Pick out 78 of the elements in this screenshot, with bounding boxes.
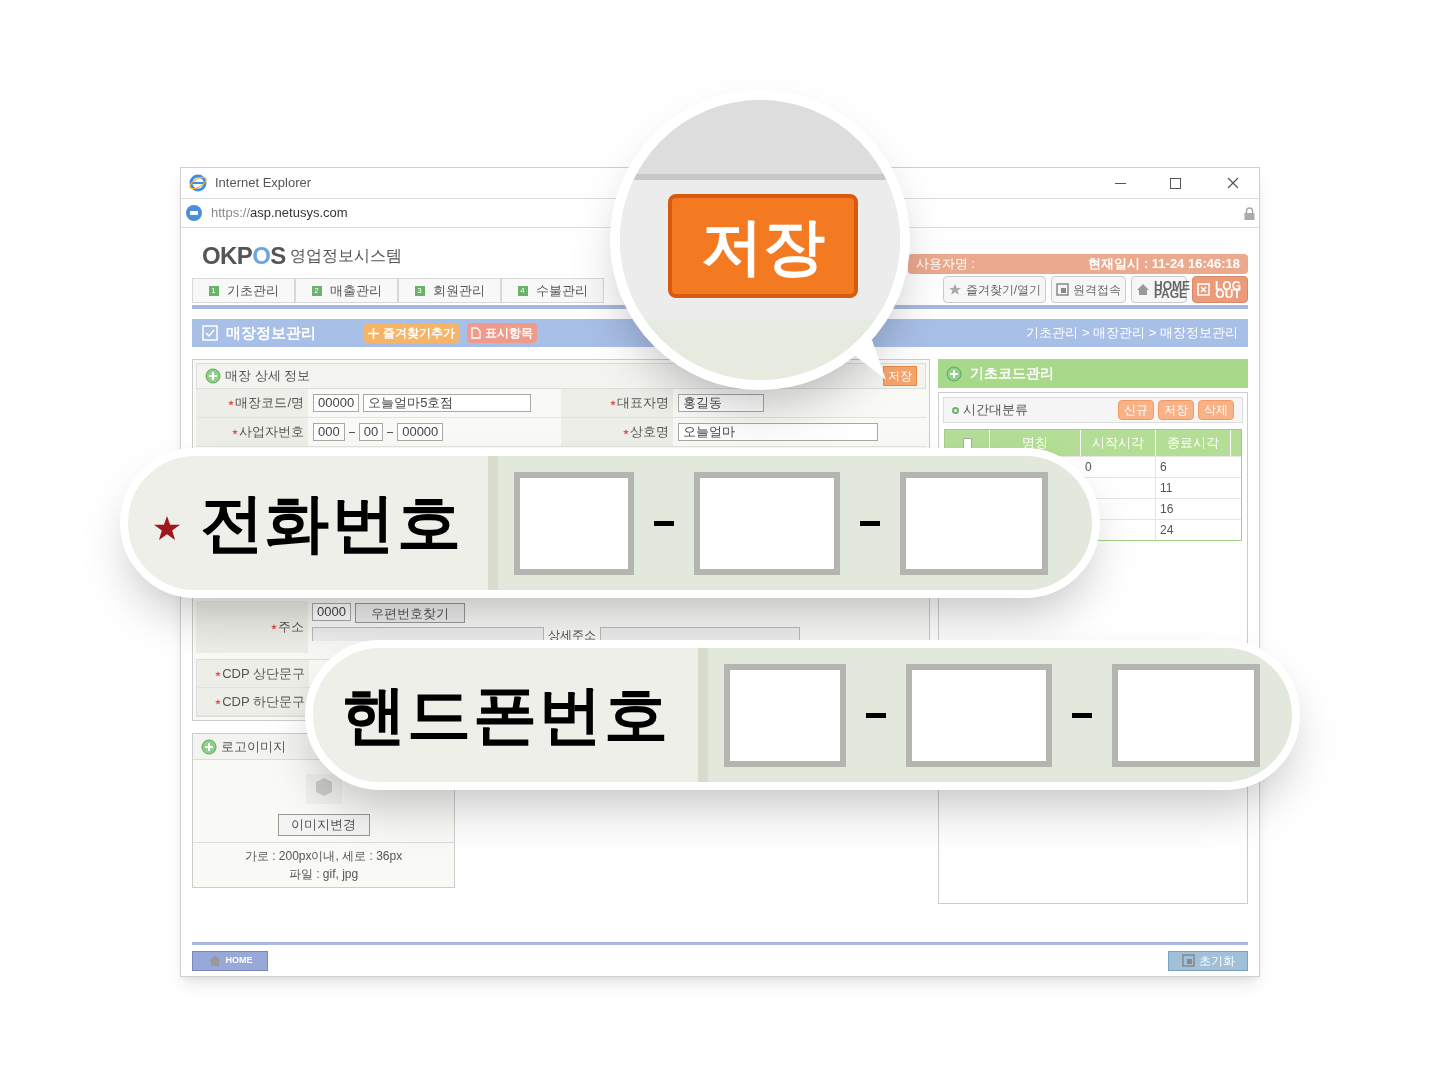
text-field[interactable]: 00 (358, 423, 384, 441)
toolbar-button[interactable]: 즐겨찾기/열기 (942, 276, 1046, 303)
field-label: 사업자번호 (239, 423, 304, 442)
toolbar-button[interactable]: 원격접속 (1051, 276, 1126, 303)
field-label: 핸드폰번호 (341, 678, 670, 753)
window-icon (1056, 283, 1069, 296)
menu-tab[interactable]: 1 기초관리 (192, 278, 295, 303)
text-field[interactable]: 000 (313, 423, 345, 441)
page-title: 매장정보관리 (226, 322, 317, 343)
dash-icon (1072, 712, 1092, 718)
image-note: 파일 : gif, jpg (288, 866, 359, 883)
text-field[interactable] (600, 627, 800, 641)
field-label: 상호명 (630, 423, 669, 442)
table-cell-text: 11 (1160, 480, 1173, 497)
maximize-icon[interactable] (1170, 177, 1181, 189)
menu-tab[interactable]: 3 회원관리 (398, 278, 501, 303)
close-icon (1197, 283, 1210, 296)
text-field[interactable]: 0000 (312, 603, 351, 621)
dash-icon (860, 520, 880, 526)
table-cell-text: 0 (1085, 459, 1092, 476)
table-cell-text: 24 (1160, 522, 1174, 539)
input-field[interactable] (1112, 663, 1260, 767)
home-icon (1136, 283, 1150, 296)
checkbox-icon (202, 325, 218, 341)
url-text: https://asp.netusys.com (211, 204, 348, 223)
field-label: 전화번호 (199, 486, 463, 561)
app-logo: OKPOS (202, 241, 286, 271)
close-icon[interactable] (1227, 177, 1239, 189)
table-cell-text: 16 (1160, 501, 1174, 518)
image-note: 가로 : 200px이내, 세로 : 36px (244, 848, 403, 865)
text-field[interactable]: 홍길동 (678, 394, 764, 412)
field-label: 주소 (278, 618, 304, 637)
app-subtitle: 영업정보시스템 (289, 246, 402, 266)
section-label: 시간대분류 (963, 401, 1029, 420)
input-field[interactable] (900, 471, 1048, 575)
text-field[interactable]: 00000 (313, 394, 360, 412)
dash-icon (654, 520, 674, 526)
field-label: CDP 상단문구 (222, 664, 305, 683)
window-icon (1181, 954, 1195, 967)
change-image-button[interactable]: 이미지변경 (277, 814, 370, 836)
field-label: CDP 하단문구 (222, 692, 305, 711)
dash-icon (866, 712, 886, 718)
globe-icon (185, 204, 203, 222)
text-field[interactable] (312, 627, 544, 641)
plus-circle-icon (201, 738, 217, 755)
dash-icon (348, 431, 355, 433)
window-title: Internet Explorer (215, 174, 312, 193)
menu-tab[interactable]: 2 매출관리 (295, 278, 398, 303)
input-field[interactable] (514, 471, 634, 575)
dash-icon (387, 431, 394, 433)
plus-icon (368, 327, 379, 339)
datetime-text: 현재일시 : 11-24 16:46:18 (1088, 255, 1240, 274)
browser-logo-icon (189, 174, 207, 192)
home-icon (207, 954, 222, 967)
plus-circle-icon (205, 368, 221, 384)
input-field[interactable] (906, 663, 1052, 767)
checkbox[interactable] (962, 437, 972, 449)
zip-search-button[interactable]: 우편번호찾기 (354, 603, 465, 623)
input-field[interactable] (694, 471, 840, 575)
plus-circle-icon (946, 365, 962, 382)
table-cell-text: 6 (1160, 459, 1167, 476)
field-label: 매장코드/명 (235, 394, 304, 413)
user-label: 사용자명 : (916, 255, 976, 274)
panel-title: 매장 상세 정보 (225, 367, 311, 386)
text-field[interactable]: 00000 (397, 423, 444, 441)
section-title: 기초코드관리 (970, 364, 1054, 383)
field-label: 대표자명 (617, 394, 669, 413)
lock-icon (1244, 206, 1255, 220)
menu-tab[interactable]: 4 수불관리 (501, 278, 604, 303)
text-field[interactable]: 오늘얼마 (678, 423, 878, 441)
input-field[interactable] (724, 663, 846, 767)
panel-title: 로고이미지 (221, 737, 286, 756)
star-icon (947, 282, 962, 297)
document-icon (471, 327, 481, 339)
minimize-icon[interactable] (1115, 182, 1126, 184)
text-field[interactable]: 오늘얼마5호점 (363, 394, 532, 412)
breadcrumb: 기초관리 > 매장관리 > 매장정보관리 (1026, 324, 1238, 343)
bullet-icon (952, 406, 959, 414)
